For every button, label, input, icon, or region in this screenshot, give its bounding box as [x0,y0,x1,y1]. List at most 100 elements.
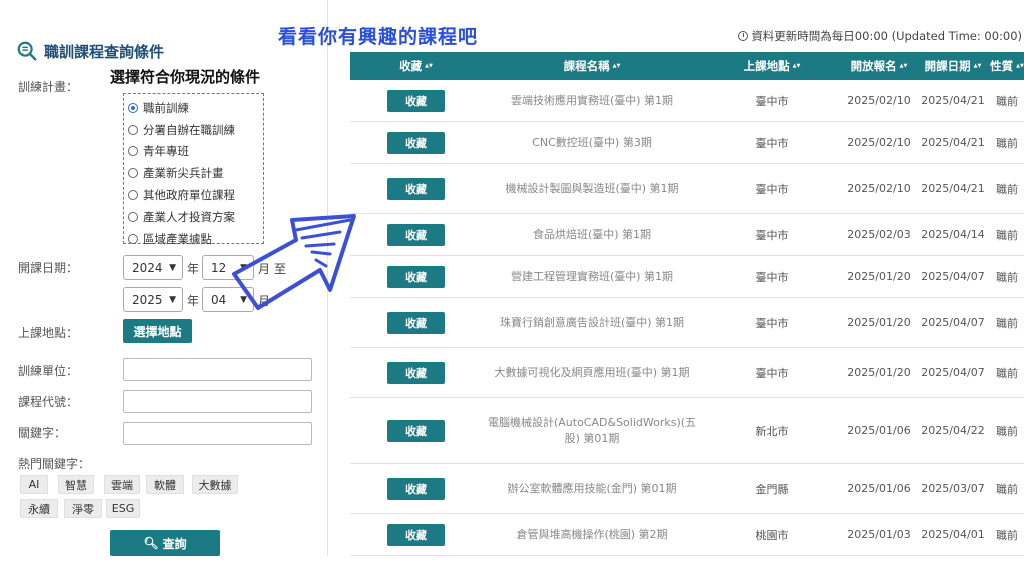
end-month-select[interactable]: 04 ▼ [202,287,254,312]
course-open: 2025/01/20 [847,316,911,329]
course-name-link[interactable]: 雲端技術應用實務班(臺中) 第1期 [482,80,702,121]
search-button[interactable]: 🔍︎ 查詢 [110,530,220,556]
course-location: 臺中市 [755,182,789,196]
column-header[interactable]: 收藏 ▲▼ [350,52,482,80]
select-location-button[interactable]: 選擇地點 [123,319,192,343]
hot-keyword-tag[interactable]: 永續 [20,499,58,518]
course-table: 收藏 ▲▼ 課程名稱 ▲▼ 上課地點 ▲▼ 開放報名 ▲▼ 開課日期 ▲▼ 性質 ▲▼ 收藏 雲端技術應… [350,52,1024,556]
course-name-link[interactable]: 辦公室軟體應用技能(金門) 第01期 [482,464,702,513]
column-header[interactable]: 性質 ▲▼ [990,52,1024,80]
hot-keyword-tag[interactable]: ESG [106,499,140,518]
plan-radio[interactable] [128,211,138,222]
hot-keyword-tag[interactable]: 軟體 [146,475,184,494]
favorite-button[interactable]: 收藏 [387,223,445,246]
plan-radio[interactable] [128,168,138,179]
favorite-button[interactable]: 收藏 [387,477,445,500]
hot-keyword-tag[interactable]: 大數據 [192,475,238,494]
table-row: 收藏 CNC數控班(臺中) 第3期 臺中市 2025/02/10 2025/04/21 職… [350,122,1024,164]
plan-radio[interactable] [128,190,138,201]
favorite-button[interactable]: 收藏 [387,131,445,154]
date-label: 開課日期： [18,261,79,275]
favorite-button[interactable]: 收藏 [387,419,445,442]
table-row: 收藏 機械設計製圖與製造班(臺中) 第1期 臺中市 2025/02/10 2025/04… [350,164,1024,214]
hot-keyword-tag[interactable]: 淨零 [64,499,102,518]
course-name-link[interactable]: 電腦機械設計(AutoCAD&SolidWorks)(五股) 第01期 [482,398,702,463]
favorite-button[interactable]: 收藏 [387,89,445,112]
sort-icon: ▲▼ [425,62,433,69]
end-month-value: 04 [211,292,227,307]
plan-radio[interactable] [128,146,138,157]
favorite-button[interactable]: 收藏 [387,177,445,200]
search-panel: 職訓課程查詢條件 選擇符合你現況的條件 訓練計畫： 職前訓練 分署自辦在職訓練 青年… [0,0,328,556]
plan-option[interactable]: 職前訓練 [128,97,259,119]
course-start: 2025/03/07 [921,482,985,495]
search-button-label: 查詢 [162,536,187,551]
course-start: 2025/04/07 [921,366,985,379]
column-header-label: 上課地點 [743,59,790,73]
training-unit-input[interactable] [123,358,312,381]
plan-radio[interactable] [128,102,138,113]
course-name-link[interactable]: 營建工程管理實務班(臺中) 第1期 [482,256,702,297]
course-name-link[interactable]: 機械設計製圖與製造班(臺中) 第1期 [482,164,702,213]
fav-cell: 收藏 [350,80,482,121]
plan-option[interactable]: 分署自辦在職訓練 [128,119,259,141]
table-row: 收藏 雲端技術應用實務班(臺中) 第1期 臺中市 2025/02/10 2025/04/… [350,80,1024,122]
column-header[interactable]: 開課日期 ▲▼ [916,52,990,80]
course-name-link[interactable]: 珠寶行銷創意廣告設計班(臺中) 第1期 [482,298,702,347]
start-month-select[interactable]: 12 ▼ [202,255,254,280]
course-open: 2025/01/03 [847,528,911,541]
end-year-select[interactable]: 2025 ▼ [123,287,183,312]
favorite-button[interactable]: 收藏 [387,361,445,384]
start-year-select[interactable]: 2024 ▼ [123,255,183,280]
course-location: 桃園市 [755,528,789,542]
fav-cell: 收藏 [350,122,482,163]
plan-radio[interactable] [128,233,138,244]
column-header[interactable]: 上課地點 ▲▼ [702,52,842,80]
course-location: 金門縣 [755,482,789,496]
favorite-button[interactable]: 收藏 [387,311,445,334]
table-row: 收藏 食品烘焙班(臺中) 第1期 臺中市 2025/02/03 2025/04/14 職前 [350,214,1024,256]
favorite-button[interactable]: 收藏 [387,265,445,288]
course-name-link[interactable]: 食品烘焙班(臺中) 第1期 [482,214,702,255]
keyword-input[interactable] [123,422,312,445]
column-header[interactable]: 課程名稱 ▲▼ [482,52,702,80]
hot-keywords-label: 熱門關鍵字： [18,457,91,471]
plan-option[interactable]: 產業新尖兵計畫 [128,162,259,184]
start-year-unit: 年 [187,262,200,276]
location-label: 上課地點： [18,326,79,340]
course-location: 臺中市 [755,136,789,150]
course-name-link[interactable]: 倉管與堆高機操作(桃園) 第2期 [482,514,702,555]
end-month-unit: 月 [258,294,271,308]
plan-radio-group: 職前訓練 分署自辦在職訓練 青年專班 產業新尖兵計畫 其他政府單位課程 產業人才投資方案區… [123,93,264,246]
course-name-link[interactable]: CNC數控班(臺中) 第3期 [482,122,702,163]
course-code-input[interactable] [123,390,312,413]
course-location: 新北市 [755,424,789,438]
hot-keyword-tag[interactable]: 智慧 [58,475,94,494]
sort-icon: ▲▼ [973,62,982,69]
course-type: 職前 [996,94,1018,108]
table-header: 收藏 ▲▼ 課程名稱 ▲▼ 上課地點 ▲▼ 開放報名 ▲▼ 開課日期 ▲▼ 性質 ▲▼ [350,52,1024,80]
table-row: 收藏 辦公室軟體應用技能(金門) 第01期 金門縣 2025/01/06 2025/03… [350,464,1024,514]
fav-cell: 收藏 [350,348,482,397]
course-type: 職前 [996,528,1018,542]
hot-keyword-tag[interactable]: 雲端 [104,475,140,494]
course-open: 2025/02/03 [847,228,911,241]
course-name-link[interactable]: 大數據可視化及網頁應用班(臺中) 第1期 [482,348,702,397]
favorite-button[interactable]: 收藏 [387,523,445,546]
start-year-value: 2024 [132,260,163,275]
start-month-value: 12 [211,260,227,275]
plan-radio[interactable] [128,124,138,135]
plan-option[interactable]: 青年專班 [128,141,259,163]
chevron-down-icon: ▼ [169,295,176,305]
hot-keyword-tag[interactable]: AI [20,475,48,494]
fav-cell: 收藏 [350,514,482,555]
fav-cell: 收藏 [350,298,482,347]
fav-cell: 收藏 [350,164,482,213]
course-start: 2025/04/21 [921,182,985,195]
column-header[interactable]: 開放報名 ▲▼ [842,52,916,80]
plan-option[interactable]: 產業人才投資方案 [128,206,259,228]
chevron-down-icon: ▼ [240,295,247,305]
plan-option[interactable]: 其他政府單位課程 [128,184,259,206]
plan-option[interactable]: 區域產業據點 [128,228,259,250]
end-year-unit: 年 [187,294,200,308]
